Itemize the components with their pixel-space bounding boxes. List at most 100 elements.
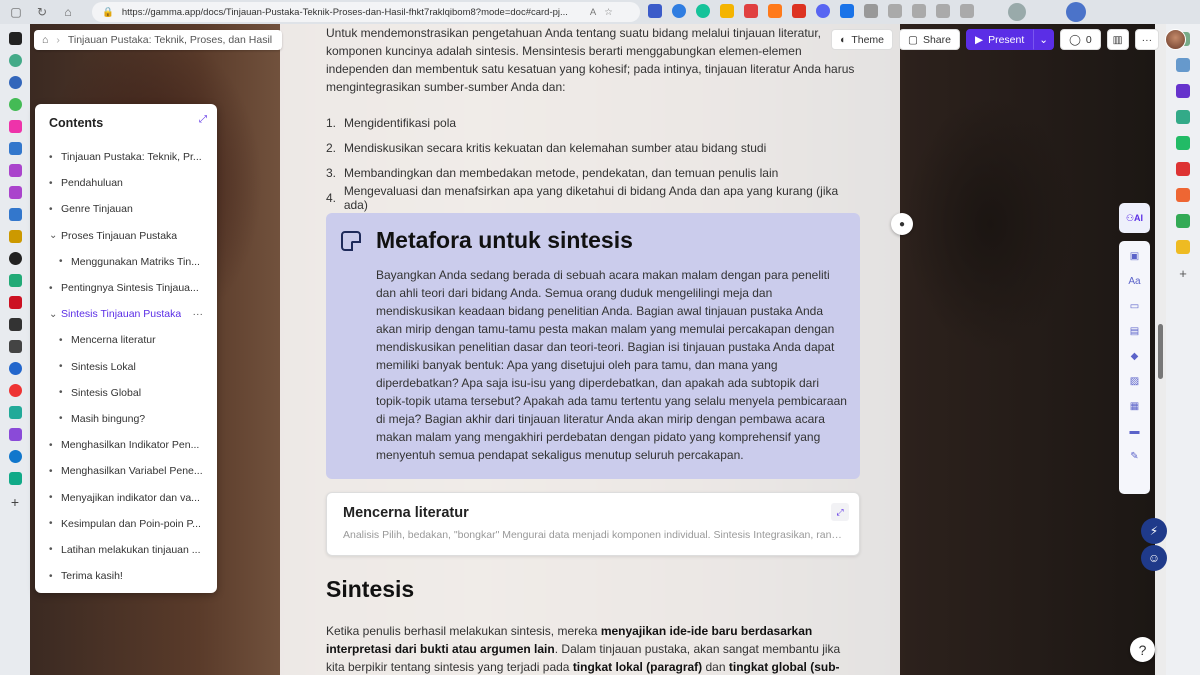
tab-favicon[interactable] <box>8 406 22 419</box>
tab-favicon[interactable] <box>8 384 22 397</box>
analytics-button[interactable]: ▥ <box>1106 29 1129 50</box>
sidebar-app-icon[interactable] <box>1176 214 1190 228</box>
extension-grammarly-icon[interactable] <box>696 4 710 18</box>
split-screen-icon[interactable] <box>888 4 902 18</box>
discord-icon[interactable]: ☺ <box>1141 545 1167 571</box>
tab-favicon[interactable] <box>8 98 22 111</box>
address-bar[interactable]: 🔒 https://gamma.app/docs/Tinjauan-Pustak… <box>92 2 640 22</box>
text-style-icon[interactable]: Aa <box>1128 274 1142 288</box>
sidebar-app-icon[interactable] <box>1176 84 1190 98</box>
expand-icon[interactable]: ⤢ <box>199 114 207 125</box>
user-avatar[interactable] <box>1165 29 1187 50</box>
toc-item[interactable]: ⌄ Proses Tinjauan Pustaka <box>49 223 207 249</box>
tab-favicon[interactable] <box>8 54 22 67</box>
tab-favicon[interactable] <box>8 120 22 133</box>
share-button[interactable]: ▢ Share <box>899 29 960 50</box>
sidebar-app-icon[interactable] <box>1176 188 1190 202</box>
refresh-icon[interactable]: ↻ <box>34 4 50 20</box>
blocks-icon[interactable]: ▣ <box>1128 249 1142 263</box>
sidebar-app-icon[interactable] <box>1176 136 1190 150</box>
sidebar-app-icon[interactable] <box>1176 240 1190 254</box>
tab-favicon[interactable] <box>8 142 22 155</box>
collections-icon[interactable] <box>936 4 950 18</box>
shapes-icon[interactable]: ◆ <box>1128 349 1142 363</box>
toc-item[interactable]: • Pentingnya Sintesis Tinjaua... <box>49 275 207 301</box>
more-button[interactable]: ··· <box>1134 29 1160 50</box>
toc-item[interactable]: • Tinjauan Pustaka: Teknik, Pr... <box>49 144 207 170</box>
toc-item[interactable]: • Genre Tinjauan <box>49 196 207 222</box>
extension-music-icon[interactable] <box>744 4 758 18</box>
toc-item[interactable]: • Menghasilkan Indikator Pen... <box>49 432 207 458</box>
tab-toggle-icon[interactable] <box>8 32 22 45</box>
toc-item[interactable]: • Latihan melakukan tinjauan ... <box>49 537 207 563</box>
tab-favicon[interactable] <box>8 252 22 265</box>
tab-favicon[interactable] <box>8 318 22 331</box>
toc-item[interactable]: • Terima kasih! <box>49 563 207 589</box>
toc-item[interactable]: • Menghasilkan Variabel Pene... <box>49 458 207 484</box>
tab-favicon[interactable] <box>8 296 22 309</box>
present-button[interactable]: ▶ Present <box>965 29 1034 50</box>
toc-item[interactable]: • Menggunakan Matriks Tin... <box>49 249 207 275</box>
tab-favicon[interactable] <box>8 362 22 375</box>
tab-favicon[interactable] <box>8 164 22 177</box>
read-aloud-icon[interactable]: A <box>590 7 596 18</box>
extension-blue-icon[interactable] <box>672 4 686 18</box>
tab-favicon-active[interactable] <box>8 428 22 441</box>
tab-favicon[interactable] <box>8 186 22 199</box>
add-comment-icon[interactable]: ● <box>891 213 913 235</box>
toc-item[interactable]: • Masih bingung? <box>49 406 207 432</box>
extension-red-icon[interactable] <box>792 4 806 18</box>
tab-favicon[interactable] <box>8 230 22 243</box>
tab-favicon[interactable] <box>8 340 22 353</box>
home-browser-icon[interactable]: ⌂ <box>60 4 76 20</box>
toc-item[interactable]: ⌄ Sintesis Tinjauan Pustaka ··· <box>49 301 207 327</box>
translate-icon[interactable]: ⚡ <box>1141 518 1167 544</box>
extension-discord-icon[interactable] <box>816 4 830 18</box>
toc-item[interactable]: • Sintesis Lokal <box>49 354 207 380</box>
tab-favicon[interactable] <box>8 274 22 287</box>
embed-icon[interactable]: ▬ <box>1128 424 1142 438</box>
extension-sync-icon[interactable] <box>840 4 854 18</box>
scrollbar-thumb[interactable] <box>1158 324 1163 379</box>
profile-avatar[interactable] <box>1008 3 1026 21</box>
toc-item[interactable]: • Menyajikan indikator dan va... <box>49 484 207 510</box>
extension-sc-icon[interactable] <box>768 4 782 18</box>
home-icon[interactable]: ⌂ <box>42 34 48 46</box>
tab-favicon[interactable] <box>8 76 22 89</box>
comments-button[interactable]: ◯ 0 <box>1060 29 1101 50</box>
image-icon[interactable]: ▨ <box>1128 374 1142 388</box>
sidebar-app-icon[interactable] <box>1176 58 1190 72</box>
tab-actions-icon[interactable]: ▢ <box>8 4 24 20</box>
layout-icon[interactable]: ▤ <box>1128 324 1142 338</box>
extension-shield-icon[interactable] <box>648 4 662 18</box>
tab-favicon[interactable] <box>8 450 22 463</box>
tab-favicon[interactable] <box>8 472 22 485</box>
mencerna-card[interactable]: Mencerna literatur Analisis Pilih, bedak… <box>326 492 860 556</box>
extension-puzzle-icon[interactable] <box>864 4 878 18</box>
table-icon[interactable]: ▦ <box>1128 399 1142 413</box>
theme-button[interactable]: ◐ Theme <box>831 29 894 50</box>
breadcrumb-current[interactable]: Tinjauan Pustaka: Teknik, Proses, dan Ha… <box>68 34 272 46</box>
toc-item[interactable]: • Mencerna literatur <box>49 327 207 353</box>
help-button[interactable]: ? <box>1130 637 1155 662</box>
tab-favicon[interactable] <box>8 208 22 221</box>
sidebar-app-icon[interactable] <box>1176 110 1190 124</box>
sidebar-app-icon[interactable] <box>1176 162 1190 176</box>
toc-item[interactable]: • Kesimpulan dan Poin-poin P... <box>49 511 207 537</box>
toc-item[interactable]: • Sintesis Global <box>49 380 207 406</box>
expand-card-icon[interactable]: ⤢ <box>831 503 849 521</box>
ai-assistant-button[interactable]: ⚇ AI <box>1119 203 1150 233</box>
extension-drive-icon[interactable] <box>720 4 734 18</box>
downloads-icon[interactable] <box>960 4 974 18</box>
favorites-icon[interactable] <box>912 4 926 18</box>
page-scrollbar[interactable] <box>1155 24 1166 675</box>
more-icon[interactable]: ··· <box>193 308 208 320</box>
add-sidebar-icon[interactable]: + <box>1179 266 1187 281</box>
present-dropdown-button[interactable]: ⌄ <box>1033 29 1055 50</box>
favorite-icon[interactable]: ☆ <box>604 7 613 18</box>
callout-icon[interactable]: ▭ <box>1128 299 1142 313</box>
form-icon[interactable]: ✎ <box>1128 449 1142 463</box>
copilot-icon[interactable] <box>1066 2 1086 22</box>
toc-item[interactable]: • Pendahuluan <box>49 170 207 196</box>
new-tab-icon[interactable]: + <box>11 494 19 510</box>
